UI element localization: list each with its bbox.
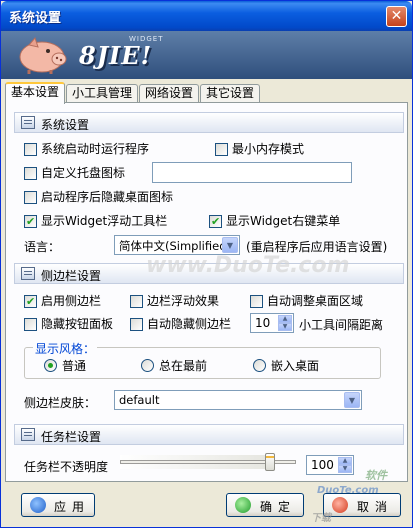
watermark-corner-3: 下载 [311, 513, 331, 524]
run-on-startup-label: 系统启动时运行程序 [41, 142, 150, 156]
check-icon [235, 497, 251, 513]
title-bar[interactable]: 系统设置 ✕ [1, 1, 412, 31]
style-embed-desktop-label: 嵌入桌面 [271, 359, 320, 373]
hide-desktop-icons-label: 启动程序后隐藏桌面图标 [41, 190, 174, 204]
checkbox-box [209, 214, 222, 230]
window-title: 系统设置 [9, 11, 62, 26]
logo-text: 8JIE! [79, 41, 153, 70]
window-icon [21, 116, 35, 129]
checkbox-box [24, 167, 37, 180]
opacity-slider-handle[interactable] [265, 453, 275, 471]
close-icon: ✕ [390, 8, 403, 24]
display-style-title: 显示风格： [33, 340, 98, 357]
style-normal-label: 普通 [62, 359, 87, 373]
radio-dot [253, 359, 266, 372]
watermark-corner-2: DuoTe.com [317, 485, 379, 496]
cancel-icon [332, 497, 348, 513]
chevron-up-icon[interactable]: ▲ [278, 315, 292, 323]
section-header-system: 系统设置 [14, 112, 404, 133]
taskbar-icon [21, 428, 35, 441]
section-title-sidebar: 侧边栏设置 [41, 269, 102, 283]
auto-adjust-label: 自动调整桌面区域 [267, 294, 364, 308]
language-value: 简体中文(Simplified) [119, 239, 231, 253]
skin-label: 侧边栏皮肤： [24, 396, 97, 410]
spacing-label: 小工具间隔距离 [299, 318, 384, 332]
checkbox-box [130, 318, 143, 331]
spacing-value: 10 [255, 316, 271, 330]
custom-tray-label: 自定义托盘图标 [41, 166, 126, 180]
checkbox-box [24, 214, 37, 230]
tab-network-settings[interactable]: 网络设置 [139, 84, 199, 103]
spacing-stepper[interactable]: 10 ▲ ▼ [250, 313, 294, 333]
chevron-down-icon: ▼ [344, 392, 360, 408]
tab-other-settings[interactable]: 其它设置 [200, 84, 260, 103]
auto-hide-sidebar-label: 自动隐藏侧边栏 [147, 317, 232, 331]
tray-icon-path-input[interactable] [152, 162, 352, 183]
radio-dot [44, 359, 57, 372]
close-button[interactable]: ✕ [386, 6, 407, 27]
show-context-menu-label: 显示Widget右键菜单 [226, 214, 341, 228]
opacity-value: 100 [311, 458, 334, 472]
chevron-up-icon[interactable]: ▲ [338, 457, 352, 465]
chevron-down-icon[interactable]: ▼ [278, 323, 292, 331]
stepper-buttons[interactable]: ▲ ▼ [278, 315, 292, 331]
checkbox-box [250, 295, 263, 308]
chevron-down-icon: ▼ [222, 237, 238, 253]
ok-button[interactable]: 确定 [226, 493, 304, 517]
checkbox-box [24, 191, 37, 204]
tab-panel-basic: 系统设置 系统启动时运行程序 最小内存模式 自定义托盘图标 启动程序后隐藏桌面图… [5, 102, 408, 482]
arrow-left-icon [30, 497, 46, 513]
checkbox-box [24, 294, 37, 310]
apply-label: 应用 [54, 500, 91, 514]
language-label: 语言： [24, 240, 61, 254]
chevron-down-icon[interactable]: ▼ [338, 465, 352, 473]
cancel-button[interactable]: 取消 [323, 493, 401, 517]
checkbox-box [130, 295, 143, 308]
watermark-text: www.DuoTe.com [146, 253, 350, 278]
section-title-system: 系统设置 [41, 118, 90, 132]
sidebar-icon [21, 267, 35, 280]
skin-select[interactable]: default ▼ [114, 390, 362, 410]
enable-sidebar-label: 启用侧边栏 [41, 294, 102, 308]
tab-basic-settings[interactable]: 基本设置 [5, 82, 65, 104]
skin-value: default [119, 393, 160, 407]
section-header-taskbar: 任务栏设置 [14, 424, 404, 445]
show-float-toolbar-label: 显示Widget浮动工具栏 [41, 214, 168, 228]
apply-button[interactable]: 应用 [21, 493, 95, 517]
radio-dot [141, 359, 154, 372]
ok-label: 确定 [260, 500, 297, 514]
settings-window: 系统设置 ✕ WIDGET 8JIE! 基本设置 小工具管理 网络设置 其它设置… [0, 0, 413, 528]
cancel-label: 取消 [357, 500, 394, 514]
checkbox-box [215, 143, 228, 156]
tab-widget-management[interactable]: 小工具管理 [66, 84, 138, 103]
min-memory-label: 最小内存模式 [232, 142, 305, 156]
opacity-label: 任务栏不透明度 [24, 460, 109, 474]
banner: WIDGET 8JIE! [1, 31, 412, 79]
watermark-corner-1: 软件 [365, 469, 387, 482]
stepper-buttons[interactable]: ▲ ▼ [338, 457, 352, 473]
section-title-taskbar: 任务栏设置 [41, 430, 102, 444]
checkbox-box [24, 143, 37, 156]
opacity-stepper[interactable]: 100 ▲ ▼ [306, 455, 354, 475]
hide-button-panel-label: 隐藏按钮面板 [41, 317, 114, 331]
style-always-on-top-label: 总在最前 [159, 359, 208, 373]
pig-logo-icon [19, 37, 67, 74]
language-select[interactable]: 简体中文(Simplified) ▼ [114, 235, 240, 255]
checkbox-box [24, 318, 37, 331]
float-effect-label: 边栏浮动效果 [147, 294, 220, 308]
